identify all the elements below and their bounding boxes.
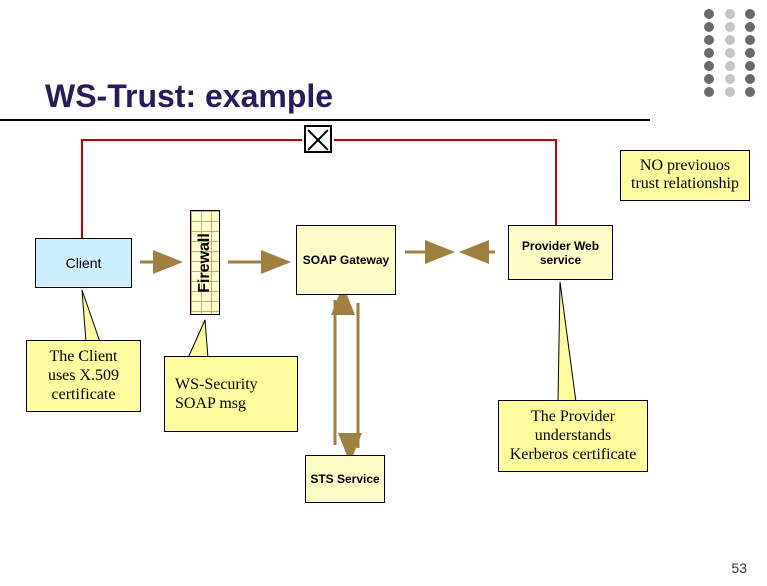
callout-no-trust: NO previouos trust relationship	[620, 150, 750, 201]
callout-ws-security: WS-Security SOAP msg	[164, 356, 298, 432]
provider-box: Provider Web service	[508, 225, 613, 280]
title-underline	[0, 119, 650, 121]
firewall-box: Firewall	[190, 210, 220, 315]
callout-client-cert: The Client uses X.509 certificate	[26, 340, 141, 412]
x-marker-icon	[304, 125, 332, 153]
callout-provider-text: The Provider understands Kerberos certif…	[510, 408, 637, 463]
corner-dots	[700, 6, 757, 100]
client-label: Client	[66, 255, 102, 271]
slide-title: WS-Trust: example	[45, 78, 333, 115]
page-number: 53	[731, 560, 747, 576]
sts-label: STS Service	[310, 472, 379, 486]
callout-provider-kerberos: The Provider understands Kerberos certif…	[498, 400, 648, 472]
callout-no-trust-text: NO previouos trust relationship	[631, 157, 739, 192]
sts-box: STS Service	[305, 455, 385, 503]
soap-gateway-label: SOAP Gateway	[303, 253, 389, 267]
soap-gateway-box: SOAP Gateway	[296, 225, 396, 295]
provider-label: Provider Web service	[513, 239, 608, 267]
firewall-label: Firewall	[196, 233, 214, 293]
callout-wssec-text: WS-Security SOAP msg	[175, 376, 258, 412]
client-box: Client	[35, 238, 132, 288]
callout-client-text: The Client uses X.509 certificate	[48, 348, 119, 403]
